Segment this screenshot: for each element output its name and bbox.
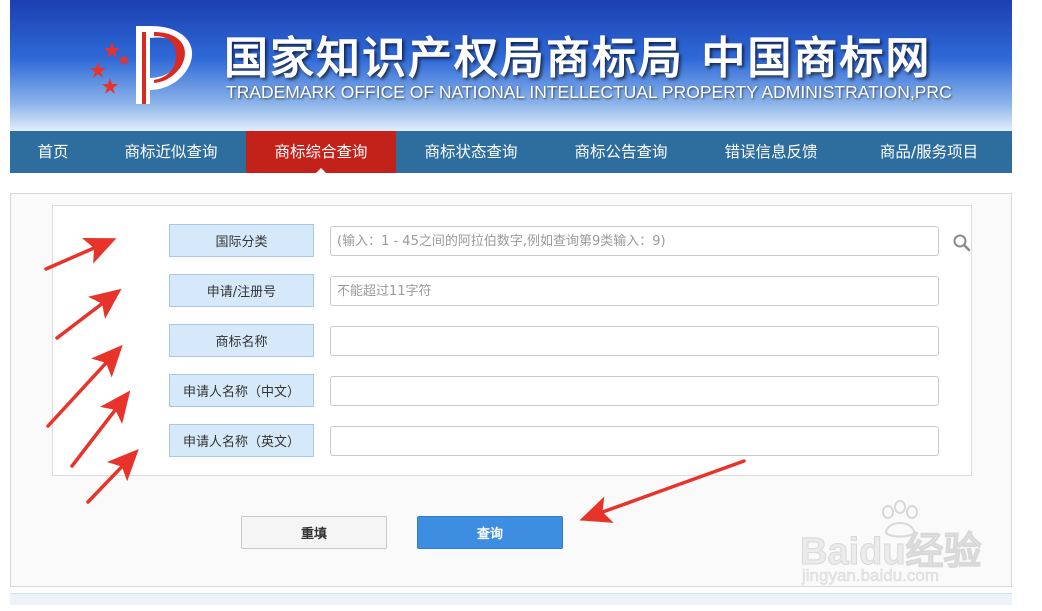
nav-item-home[interactable]: 首页	[10, 131, 96, 173]
nav-item-status-search[interactable]: 商标状态查询	[396, 131, 546, 173]
search-button[interactable]: 查询	[417, 516, 563, 549]
applicant-cn-input[interactable]	[330, 376, 939, 406]
cnipa-logo-icon	[90, 26, 193, 104]
nav-item-goods-services[interactable]: 商品/服务项目	[846, 131, 1012, 173]
applicant-cn-label: 申请人名称（中文）	[169, 374, 314, 407]
reset-button[interactable]: 重填	[241, 516, 387, 549]
applicant-en-input[interactable]	[330, 426, 939, 456]
site-subtitle: TRADEMARK OFFICE OF NATIONAL INTELLECTUA…	[226, 82, 952, 102]
nav-item-announcement-search[interactable]: 商标公告查询	[546, 131, 696, 173]
trademark-name-input[interactable]	[330, 326, 939, 356]
watermark-url: jingyan.baidu.com	[802, 566, 940, 586]
applicant-en-label: 申请人名称（英文）	[169, 424, 314, 457]
nav-item-comprehensive-search[interactable]: 商标综合查询	[246, 131, 396, 173]
intl-class-label: 国际分类	[169, 224, 314, 257]
search-form: 国际分类 申请/注册号 商标名称 申请人名称（中文） 申请人名称（英文）	[52, 205, 972, 476]
nav-item-similar-search[interactable]: 商标近似查询	[96, 131, 246, 173]
intl-class-input[interactable]	[330, 226, 939, 256]
nav-item-error-feedback[interactable]: 错误信息反馈	[696, 131, 846, 173]
reg-number-label: 申请/注册号	[169, 274, 314, 307]
trademark-name-label: 商标名称	[169, 324, 314, 357]
active-caret-icon	[316, 168, 326, 173]
reg-number-input[interactable]	[330, 276, 939, 306]
baidu-watermark: Baidu经验 jingyan.baidu.com	[800, 500, 1000, 595]
main-nav: 首页 商标近似查询 商标综合查询 商标状态查询 商标公告查询 错误信息反馈 商品…	[10, 131, 1012, 173]
search-icon[interactable]	[952, 233, 972, 253]
site-title: 国家知识产权局商标局 中国商标网	[224, 33, 932, 84]
header-banner: 国家知识产权局商标局 中国商标网 TRADEMARK OFFICE OF NAT…	[10, 0, 1012, 131]
